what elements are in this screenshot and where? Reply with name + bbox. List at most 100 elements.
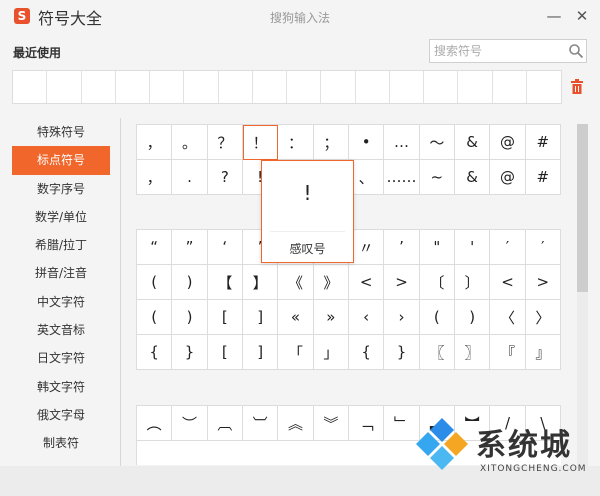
- symbol-cell[interactable]: ': [454, 230, 491, 265]
- category-item[interactable]: 英文音标: [12, 316, 110, 344]
- symbol-cell[interactable]: 〖: [419, 335, 455, 370]
- category-item[interactable]: 中文字符: [12, 288, 110, 316]
- symbol-cell[interactable]: }: [172, 335, 208, 370]
- symbol-cell[interactable]: 〉: [525, 300, 561, 335]
- symbol-cell[interactable]: ): [172, 300, 208, 335]
- symbol-cell[interactable]: 】: [242, 265, 279, 300]
- symbol-cell[interactable]: …: [384, 125, 420, 160]
- symbol-cell[interactable]: ): [172, 265, 208, 300]
- search-input[interactable]: [430, 40, 560, 62]
- symbol-cell[interactable]: (: [419, 300, 455, 335]
- symbol-cell[interactable]: (: [137, 300, 173, 335]
- symbol-cell[interactable]: 【: [207, 265, 243, 300]
- symbol-cell[interactable]: ′: [490, 230, 526, 265]
- symbol-cell[interactable]: &: [454, 160, 491, 195]
- symbol-cell[interactable]: ~: [419, 160, 455, 195]
- symbol-cell[interactable]: ": [419, 230, 455, 265]
- scrollbar-thumb[interactable]: [577, 124, 588, 292]
- symbol-cell[interactable]: 」: [313, 335, 349, 370]
- symbol-cell[interactable]: 〃: [348, 230, 385, 265]
- recent-symbol-slot[interactable]: [219, 71, 253, 103]
- symbol-cell[interactable]: [: [207, 335, 243, 370]
- recent-symbol-slot[interactable]: [390, 71, 424, 103]
- symbol-cell[interactable]: #: [525, 160, 561, 195]
- search-box[interactable]: [429, 39, 587, 63]
- recent-symbol-slot[interactable]: [47, 71, 82, 103]
- symbol-cell[interactable]: »: [313, 300, 349, 335]
- category-item[interactable]: 标点符号: [12, 146, 110, 175]
- symbol-cell[interactable]: •: [348, 125, 385, 160]
- recent-symbol-slot[interactable]: [13, 71, 48, 103]
- symbol-cell[interactable]: ?: [207, 160, 243, 195]
- category-item[interactable]: 韩文字符: [12, 373, 110, 401]
- symbol-cell[interactable]: {: [348, 335, 385, 370]
- symbol-cell[interactable]: 「: [278, 335, 314, 370]
- recent-symbol-slot[interactable]: [493, 71, 527, 103]
- symbol-cell[interactable]: 、: [348, 160, 385, 195]
- symbol-cell[interactable]: “: [137, 230, 173, 265]
- category-item[interactable]: 日文字符: [12, 344, 110, 372]
- symbol-cell[interactable]: ︺: [242, 406, 279, 441]
- symbol-cell[interactable]: ？: [207, 125, 243, 160]
- symbol-cell[interactable]: ，: [137, 160, 173, 195]
- recent-symbol-slot[interactable]: [424, 71, 459, 103]
- recent-symbol-slot[interactable]: [253, 71, 287, 103]
- symbol-cell[interactable]: [: [207, 300, 243, 335]
- symbol-cell[interactable]: ，: [137, 125, 173, 160]
- symbol-cell[interactable]: >: [525, 265, 561, 300]
- symbol-cell[interactable]: @: [490, 125, 526, 160]
- symbol-cell[interactable]: 〗: [454, 335, 491, 370]
- symbol-cell[interactable]: #: [525, 125, 561, 160]
- symbol-cell[interactable]: ：: [278, 125, 314, 160]
- symbol-cell[interactable]: ︹: [207, 406, 243, 441]
- symbol-cell[interactable]: ’: [384, 230, 420, 265]
- category-item[interactable]: 拼音/注音: [12, 259, 110, 287]
- symbol-cell[interactable]: ”: [172, 230, 208, 265]
- category-item[interactable]: 数字序号: [12, 175, 110, 203]
- recent-symbol-slot[interactable]: [82, 71, 116, 103]
- symbol-cell[interactable]: ‘: [207, 230, 243, 265]
- symbol-cell[interactable]: 》: [313, 265, 349, 300]
- symbol-cell[interactable]: ；: [313, 125, 349, 160]
- recent-symbol-slot[interactable]: [321, 71, 356, 103]
- search-icon[interactable]: [568, 43, 584, 59]
- symbol-cell[interactable]: }: [384, 335, 420, 370]
- recent-symbol-slot[interactable]: [527, 71, 561, 103]
- symbol-cell[interactable]: >: [384, 265, 420, 300]
- symbol-cell[interactable]: ︾: [313, 406, 349, 441]
- symbol-cell[interactable]: ︵: [137, 406, 173, 441]
- symbol-cell[interactable]: ～: [419, 125, 455, 160]
- minimize-button[interactable]: —: [544, 6, 564, 26]
- symbol-cell[interactable]: 』: [525, 335, 561, 370]
- symbol-cell[interactable]: 『: [490, 335, 526, 370]
- symbol-cell[interactable]: ……: [384, 160, 420, 195]
- symbol-cell[interactable]: <: [490, 265, 526, 300]
- symbol-cell[interactable]: ]: [242, 300, 279, 335]
- recent-symbol-slot[interactable]: [150, 71, 185, 103]
- symbol-cell[interactable]: ﹁: [348, 406, 385, 441]
- symbol-cell[interactable]: 〈: [490, 300, 526, 335]
- category-item[interactable]: 俄文字母: [12, 401, 110, 429]
- symbol-cell[interactable]: {: [137, 335, 173, 370]
- recent-symbol-slot[interactable]: [287, 71, 322, 103]
- category-item[interactable]: 希腊/拉丁: [12, 231, 110, 259]
- symbol-cell[interactable]: 。: [172, 125, 208, 160]
- recent-symbol-slot[interactable]: [116, 71, 150, 103]
- symbol-cell[interactable]: ): [454, 300, 491, 335]
- symbol-cell[interactable]: ‹: [348, 300, 385, 335]
- symbol-cell[interactable]: «: [278, 300, 314, 335]
- trash-icon[interactable]: [570, 79, 584, 95]
- symbol-cell[interactable]: (: [137, 265, 173, 300]
- symbol-cell[interactable]: ′: [525, 230, 561, 265]
- category-item[interactable]: 特殊符号: [12, 118, 110, 146]
- category-item[interactable]: 制表符: [12, 429, 110, 457]
- symbol-cell[interactable]: ›: [384, 300, 420, 335]
- symbol-cell[interactable]: &: [454, 125, 491, 160]
- recent-symbol-slot[interactable]: [458, 71, 493, 103]
- symbol-cell[interactable]: ︽: [278, 406, 314, 441]
- symbol-cell[interactable]: @: [490, 160, 526, 195]
- symbol-cell[interactable]: ]: [242, 335, 279, 370]
- symbol-cell[interactable]: 《: [278, 265, 314, 300]
- symbol-cell[interactable]: ！: [242, 125, 279, 160]
- symbol-cell[interactable]: 〕: [454, 265, 491, 300]
